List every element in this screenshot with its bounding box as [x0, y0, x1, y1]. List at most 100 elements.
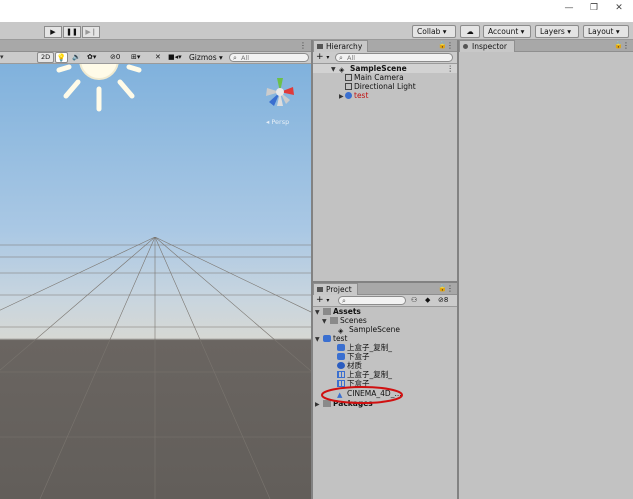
account-dropdown[interactable]: Account ▾ [483, 25, 531, 38]
minimize-icon[interactable]: — [562, 2, 576, 14]
scene-viewport[interactable]: ◂ Persp [0, 52, 311, 499]
grid-snap-icon[interactable]: ⊞▾ [131, 53, 140, 61]
pause-button[interactable]: ❚❚ [63, 26, 81, 38]
hierarchy-item-label: test [354, 91, 369, 100]
folder-label: Assets [333, 307, 361, 316]
hierarchy-tab-icon [317, 44, 323, 49]
project-search-input[interactable] [338, 296, 406, 305]
inspector-menu-icon[interactable]: ⋮ [622, 41, 630, 50]
folder-icon [330, 317, 338, 324]
scene-menu-icon[interactable]: ⋮ [299, 41, 307, 50]
layout-label: Layout [588, 27, 614, 36]
project-tabstrip: Project 🔒 ⋮ [313, 283, 457, 295]
folder-tab-icon [317, 287, 323, 292]
mesh-icon [337, 371, 345, 378]
inspector-panel: Inspector 🔒 ⋮ [459, 40, 633, 499]
unity-scene-icon: ◈ [339, 66, 345, 74]
info-icon [463, 44, 468, 49]
asset-label: SampleScene [349, 325, 400, 334]
persp-label[interactable]: ◂ Persp [266, 118, 289, 126]
asset-label: 上盒子_复制_ [347, 370, 392, 379]
close-icon[interactable]: ✕ [612, 2, 626, 14]
tab-inspector[interactable]: Inspector [459, 40, 515, 52]
prefab-icon [337, 353, 345, 360]
hidden-count: 0 [115, 53, 121, 61]
project-item-samplescene[interactable]: ◈ SampleScene [338, 325, 400, 335]
project-folder-test[interactable]: ▼ test [315, 334, 347, 343]
hidden-objects-toggle[interactable]: ⊘0 [110, 53, 120, 61]
project-tab-label: Project [326, 285, 352, 294]
hierarchy-item-test[interactable]: ▶ test [339, 91, 368, 100]
gizmos-dropdown[interactable]: Gizmos ▾ [189, 53, 223, 62]
gizmos-label: Gizmos [189, 53, 217, 62]
camera-icon[interactable]: ■◂▾ [168, 53, 182, 61]
folder-icon [323, 308, 331, 315]
hierarchy-item-directional-light[interactable]: Directional Light [345, 82, 416, 91]
cloud-button[interactable]: ☁ [460, 25, 480, 38]
2d-toggle[interactable]: 2D [37, 52, 55, 63]
scene-row-menu-icon[interactable]: ⋮ [447, 64, 455, 73]
hierarchy-add-button[interactable]: + ▾ [316, 52, 329, 63]
tab-project[interactable]: Project [313, 283, 358, 295]
project-add-button[interactable]: + ▾ [316, 295, 329, 306]
project-item[interactable]: 材质 [337, 361, 362, 370]
expand-arrow-icon[interactable]: ▼ [331, 65, 339, 74]
hierarchy-item-main-camera[interactable]: Main Camera [345, 73, 404, 82]
hierarchy-scene-row[interactable]: ▼ ◈ SampleScene ⋮ [313, 64, 457, 74]
audio-icon[interactable]: 🔊 [72, 53, 81, 61]
project-panel: Project 🔒 ⋮ + ▾ ⚇ ◆ ⊘8 ▼Assets ▼Scenes ◈… [313, 283, 457, 499]
hidden-package-count: 8 [443, 296, 449, 304]
project-folder-assets[interactable]: ▼ Assets [315, 307, 361, 316]
collapse-arrow-icon[interactable]: ▶ [339, 92, 345, 101]
material-icon [337, 362, 345, 369]
unity-scene-icon: ◈ [338, 327, 344, 335]
asset-label: 上盒子_复制_ [347, 343, 392, 352]
layers-label: Layers [540, 27, 565, 36]
hidden-packages-toggle[interactable]: ⊘8 [438, 296, 448, 304]
search-by-type-icon[interactable]: ⚇ [411, 296, 417, 304]
step-button[interactable]: ▶❙ [82, 26, 100, 38]
hierarchy-tab-label: Hierarchy [326, 42, 363, 51]
layout-dropdown[interactable]: Layout ▾ [583, 25, 629, 38]
scene-toolbar: ▾ 2D 💡 🔊 ✿▾ ⊘0 ⊞▾ ✕ ■◂▾ Gizmos ▾ All [0, 52, 311, 64]
project-item[interactable]: 下盒子 [337, 352, 370, 361]
asset-label: 下盒子 [347, 352, 370, 361]
asset-label: 材质 [347, 361, 362, 370]
collab-label: Collab ▾ [417, 27, 447, 36]
search-by-label-icon[interactable]: ◆ [425, 296, 430, 304]
annotation-circle [321, 386, 403, 404]
project-item[interactable]: 上盒子_复制_ [337, 370, 392, 379]
inspector-tab-label: Inspector [472, 42, 507, 51]
scene-tabstrip: ⋮ [0, 40, 311, 52]
window-titlebar: — ❐ ✕ [0, 0, 633, 22]
orientation-gizmo[interactable] [262, 74, 298, 110]
play-button[interactable]: ▶ [44, 26, 62, 38]
gameobject-icon [345, 74, 352, 81]
project-menu-icon[interactable]: ⋮ [446, 284, 454, 293]
shading-dropdown[interactable]: ▾ [0, 53, 30, 63]
tab-hierarchy[interactable]: Hierarchy [313, 40, 369, 52]
restore-icon[interactable]: ❐ [587, 2, 601, 14]
prefab-icon [337, 344, 345, 351]
expand-arrow-icon[interactable]: ▼ [322, 317, 330, 326]
project-folder-scenes[interactable]: ▼ Scenes [322, 316, 367, 325]
hierarchy-search-input[interactable]: All [335, 53, 453, 62]
layers-dropdown[interactable]: Layers ▾ [535, 25, 579, 38]
collab-button[interactable]: Collab ▾ [412, 25, 456, 38]
prefab-icon [345, 92, 352, 99]
lightbulb-icon: 💡 [56, 53, 67, 62]
account-label: Account [488, 27, 519, 36]
lighting-toggle[interactable]: 💡 [55, 52, 68, 63]
folder-label: test [333, 334, 348, 343]
persp-text: Persp [271, 118, 290, 126]
hierarchy-toolbar: + ▾ All [313, 52, 457, 64]
inspector-tabstrip: Inspector 🔒 ⋮ [459, 40, 633, 52]
hierarchy-menu-icon[interactable]: ⋮ [446, 41, 454, 50]
project-item[interactable]: 上盒子_复制_ [337, 343, 392, 352]
tools-icon[interactable]: ✕ [155, 53, 161, 61]
gameobject-icon [345, 83, 352, 90]
cloud-icon: ☁ [466, 27, 474, 36]
scene-search-input[interactable]: All [229, 53, 309, 62]
expand-arrow-icon[interactable]: ▼ [315, 335, 323, 344]
effects-icon[interactable]: ✿▾ [87, 53, 96, 61]
